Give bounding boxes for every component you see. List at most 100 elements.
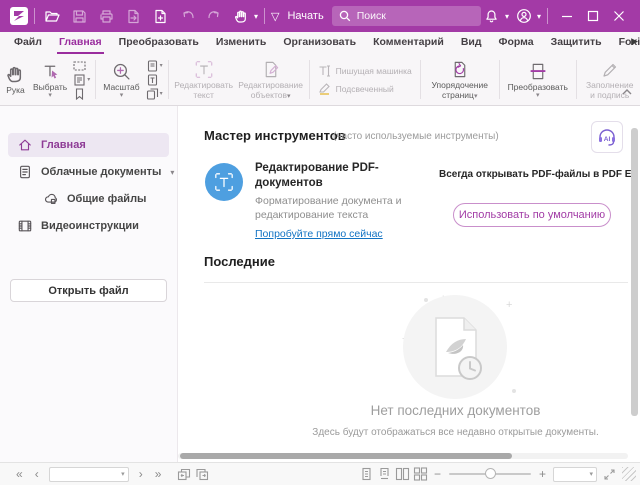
- edit-objects-button[interactable]: Редактирование объектов▾: [236, 54, 306, 105]
- ai-assistant-button[interactable]: AI: [591, 121, 623, 153]
- sidebar-item-home[interactable]: Главная: [8, 133, 169, 157]
- continuous-facing-view-icon[interactable]: [412, 466, 430, 482]
- start-tab[interactable]: Начать: [287, 10, 323, 22]
- page-number-combobox[interactable]: ▾: [49, 467, 129, 482]
- horizontal-scrollbar[interactable]: [178, 453, 628, 459]
- dot-decoration: [512, 389, 516, 393]
- redo-icon[interactable]: [203, 5, 225, 27]
- hand-tool-button[interactable]: Рука: [2, 54, 29, 105]
- zoom-in-button[interactable]: +: [535, 468, 550, 480]
- recent-section-title: Последние: [204, 254, 275, 269]
- page-thumbnail-icon[interactable]: ▾: [146, 60, 163, 72]
- combo-caret-icon[interactable]: ▾: [121, 470, 128, 478]
- menu-tab-comment[interactable]: Комментарий: [371, 32, 446, 54]
- no-recent-documents-title: Нет последних документов: [313, 403, 598, 418]
- print-icon[interactable]: [95, 5, 117, 27]
- zoom-slider-handle[interactable]: [485, 468, 496, 479]
- insert-text-page-icon[interactable]: [146, 74, 163, 86]
- convert-document-icon[interactable]: [122, 5, 144, 27]
- titlebar-divider: [547, 8, 548, 24]
- create-pdf-icon[interactable]: [149, 5, 171, 27]
- dropdown-caret-icon: ▾: [287, 93, 291, 100]
- bookmark-icon[interactable]: [73, 88, 90, 100]
- zoom-out-button[interactable]: −: [430, 468, 445, 480]
- close-button[interactable]: [606, 4, 632, 28]
- try-now-link[interactable]: Попробуйте прямо сейчас: [255, 228, 383, 240]
- maximize-button[interactable]: [580, 4, 606, 28]
- search-box[interactable]: [332, 6, 481, 26]
- ribbon-divider: [499, 60, 500, 99]
- rotate-pages-icon[interactable]: ▾: [146, 88, 163, 100]
- open-file-icon[interactable]: [41, 5, 63, 27]
- notifications-caret-icon[interactable]: ▾: [505, 12, 509, 21]
- video-tutorials-icon: [18, 219, 32, 233]
- typewriter-button[interactable]: Пишущая машинка: [318, 65, 412, 77]
- hand-tool-caret-icon[interactable]: ▾: [254, 12, 258, 21]
- convert-button[interactable]: Преобразовать ▾: [503, 54, 573, 105]
- window-resize-grip[interactable]: [622, 467, 636, 481]
- open-file-button[interactable]: Открыть файл: [10, 279, 167, 302]
- zoom-slider[interactable]: [449, 473, 531, 475]
- vertical-scrollbar[interactable]: [631, 108, 638, 448]
- dropdown-caret-icon: ▾: [160, 62, 163, 69]
- fullscreen-icon[interactable]: [600, 466, 618, 482]
- combo-caret-icon[interactable]: ▾: [589, 470, 596, 478]
- horizontal-scrollbar-thumb[interactable]: [180, 453, 512, 459]
- organize-pages-button[interactable]: Упорядочение страниц▾: [424, 54, 496, 105]
- customize-toolbar-icon[interactable]: ▽: [271, 10, 279, 23]
- clipboard-icon[interactable]: ▾: [73, 74, 90, 86]
- notifications-bell-icon[interactable]: [481, 5, 503, 27]
- menu-tab-edit[interactable]: Изменить: [214, 32, 269, 54]
- continuous-view-icon[interactable]: [376, 466, 394, 482]
- sidebar-item-cloud-documents[interactable]: Облачные документы ▾: [8, 160, 169, 184]
- search-input[interactable]: [357, 10, 474, 22]
- zoom-level-combobox[interactable]: ▾: [553, 467, 597, 482]
- select-tool-button[interactable]: Выбрать ▾: [29, 54, 71, 105]
- next-page-button[interactable]: ›: [133, 468, 149, 480]
- menu-tab-form[interactable]: Форма: [497, 32, 536, 54]
- account-icon[interactable]: [513, 5, 535, 27]
- highlight-button[interactable]: Подсвеченный: [318, 83, 412, 95]
- use-as-default-button[interactable]: Использовать по умолчанию: [453, 203, 611, 227]
- last-page-button[interactable]: »: [149, 468, 168, 480]
- facing-view-icon[interactable]: [394, 466, 412, 482]
- vertical-scrollbar-thumb[interactable]: [631, 128, 638, 416]
- organize-pages-icon: [450, 58, 470, 79]
- zoom-tool-button[interactable]: Масштаб ▾: [99, 54, 143, 105]
- menu-tab-convert[interactable]: Преобразовать: [117, 32, 201, 54]
- menu-tab-organize[interactable]: Организовать: [281, 32, 358, 54]
- sidebar-item-video-tutorials[interactable]: Видеоинструкции: [8, 214, 169, 238]
- edit-text-button[interactable]: Редактировать текст: [172, 54, 236, 105]
- select-cursor-icon: [41, 60, 60, 81]
- edit-pdf-card-icon[interactable]: [205, 163, 243, 201]
- next-view-icon[interactable]: [193, 466, 211, 482]
- sidebar-item-shared-files[interactable]: Общие файлы: [34, 187, 169, 211]
- expand-caret-icon[interactable]: ▾: [170, 168, 174, 177]
- menu-tab-file[interactable]: Файл: [12, 32, 44, 54]
- menu-tab-view[interactable]: Вид: [459, 32, 484, 54]
- previous-page-button[interactable]: ‹: [29, 468, 45, 480]
- first-page-button[interactable]: «: [10, 468, 29, 480]
- menu-tab-home[interactable]: Главная: [57, 32, 104, 54]
- foxit-logo-icon[interactable]: [10, 7, 28, 25]
- snapshot-icon[interactable]: [73, 60, 90, 72]
- previous-view-icon[interactable]: [175, 466, 193, 482]
- single-page-view-icon[interactable]: [358, 466, 376, 482]
- menu-overflow-icon[interactable]: ▶: [631, 36, 638, 47]
- tools-wizard-subtitle: (часто используемые инструменты): [333, 131, 499, 142]
- dropdown-caret-icon: ▾: [48, 92, 52, 99]
- typewriter-icon: [318, 65, 331, 77]
- ribbon-divider: [168, 60, 169, 99]
- minimize-button[interactable]: [554, 4, 580, 28]
- edit-pdf-card-title[interactable]: Редактирование PDF-документов: [255, 161, 415, 191]
- titlebar: ▾ ▽ Начать ▾ ▾: [0, 0, 640, 32]
- menu-tab-protect[interactable]: Защитить: [549, 32, 604, 54]
- hand-tool-icon[interactable]: [230, 5, 252, 27]
- save-icon[interactable]: [68, 5, 90, 27]
- undo-icon[interactable]: [176, 5, 198, 27]
- ai-label: AI: [604, 136, 611, 143]
- always-open-text: Всегда открывать PDF-файлы в PDF Editor: [439, 169, 631, 180]
- cloud-document-icon: [18, 165, 32, 179]
- account-caret-icon[interactable]: ▾: [537, 12, 541, 21]
- collapse-ribbon-icon[interactable]: [622, 82, 632, 100]
